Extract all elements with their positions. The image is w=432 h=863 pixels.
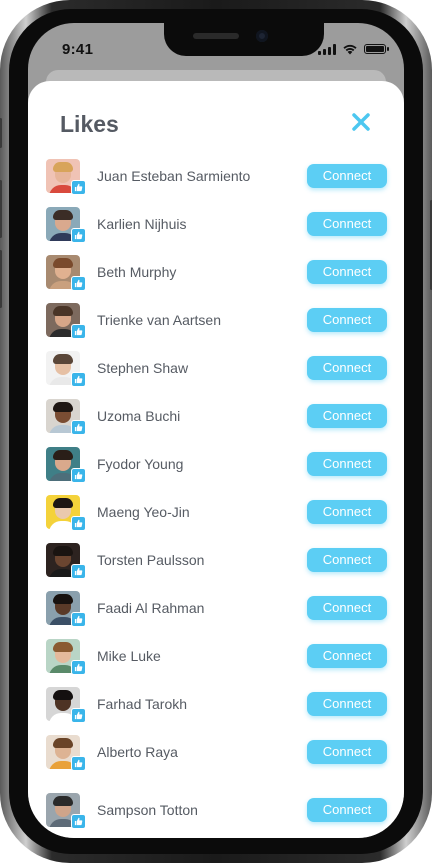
connect-button[interactable]: Connect [307, 260, 387, 284]
thumbs-up-icon [71, 516, 86, 531]
close-icon[interactable] [350, 111, 372, 133]
list-item: Sampson Totton Connect [46, 793, 388, 829]
user-name[interactable]: Torsten Paulsson [97, 552, 204, 568]
list-item: Torsten Paulsson Connect [46, 543, 388, 579]
user-name[interactable]: Farhad Tarokh [97, 696, 187, 712]
user-name[interactable]: Stephen Shaw [97, 360, 188, 376]
avatar-hair [53, 450, 73, 460]
thumbs-up-icon [71, 276, 86, 291]
thumbs-up-icon [71, 708, 86, 723]
thumbs-up-icon [71, 372, 86, 387]
avatar-hair [53, 642, 73, 652]
battery-icon [364, 44, 389, 54]
list-item: Beth Murphy Connect [46, 255, 388, 291]
list-item: Stephen Shaw Connect [46, 351, 388, 387]
user-name[interactable]: Uzoma Buchi [97, 408, 180, 424]
thumbs-up-icon [71, 756, 86, 771]
connect-button[interactable]: Connect [307, 596, 387, 620]
thumbs-up-icon [71, 324, 86, 339]
thumbs-up-icon [71, 612, 86, 627]
user-name[interactable]: Beth Murphy [97, 264, 176, 280]
connect-button[interactable]: Connect [307, 404, 387, 428]
avatar-hair [53, 796, 73, 806]
mute-switch [0, 118, 2, 148]
front-camera [256, 30, 268, 42]
user-name[interactable]: Fyodor Young [97, 456, 183, 472]
phone-frame: 9:41 Likes Juan Esteban Sarmiento Connect… [0, 0, 432, 863]
status-time: 9:41 [62, 41, 94, 58]
page-title: Likes [60, 111, 119, 137]
status-icons [318, 43, 389, 55]
avatar-hair [53, 306, 73, 316]
list-item: Farhad Tarokh Connect [46, 687, 388, 723]
avatar-hair [53, 162, 73, 172]
notch [164, 23, 324, 56]
thumbs-up-icon [71, 660, 86, 675]
volume-down-button [0, 250, 2, 308]
connect-button[interactable]: Connect [307, 500, 387, 524]
volume-up-button [0, 180, 2, 238]
thumbs-up-icon [71, 420, 86, 435]
avatar-hair [53, 690, 73, 700]
connect-button[interactable]: Connect [307, 452, 387, 476]
connect-button[interactable]: Connect [307, 164, 387, 188]
speaker-grille [193, 33, 239, 39]
avatar-hair [53, 498, 73, 508]
user-name[interactable]: Trienke van Aartsen [97, 312, 221, 328]
connect-button[interactable]: Connect [307, 356, 387, 380]
list-item: Alberto Raya Connect [46, 735, 388, 771]
user-name[interactable]: Karlien Nijhuis [97, 216, 186, 232]
connect-button[interactable]: Connect [307, 308, 387, 332]
thumbs-up-icon [71, 468, 86, 483]
thumbs-up-icon [71, 180, 86, 195]
phone-screen: 9:41 Likes Juan Esteban Sarmiento Connect… [28, 23, 404, 838]
thumbs-up-icon [71, 228, 86, 243]
connect-button[interactable]: Connect [307, 692, 387, 716]
connect-button[interactable]: Connect [307, 548, 387, 572]
user-name[interactable]: Faadi Al Rahman [97, 600, 204, 616]
connect-button[interactable]: Connect [307, 644, 387, 668]
list-item: Trienke van Aartsen Connect [46, 303, 388, 339]
list-item: Karlien Nijhuis Connect [46, 207, 388, 243]
thumbs-up-icon [71, 564, 86, 579]
user-name[interactable]: Maeng Yeo-Jin [97, 504, 190, 520]
likes-sheet: Likes Juan Esteban Sarmiento Connect Karli… [28, 81, 404, 838]
list-item: Faadi Al Rahman Connect [46, 591, 388, 627]
list-item: Juan Esteban Sarmiento Connect [46, 159, 388, 195]
connect-button[interactable]: Connect [307, 798, 387, 822]
avatar-hair [53, 354, 73, 364]
list-item: Maeng Yeo-Jin Connect [46, 495, 388, 531]
list-item: Mike Luke Connect [46, 639, 388, 675]
avatar-hair [53, 258, 73, 268]
avatar-hair [53, 594, 73, 604]
user-name[interactable]: Alberto Raya [97, 744, 178, 760]
thumbs-up-icon [71, 814, 86, 829]
user-name[interactable]: Sampson Totton [97, 802, 198, 818]
user-name[interactable]: Juan Esteban Sarmiento [97, 168, 250, 184]
connect-button[interactable]: Connect [307, 212, 387, 236]
avatar-hair [53, 546, 73, 556]
list-item: Uzoma Buchi Connect [46, 399, 388, 435]
list-item: Fyodor Young Connect [46, 447, 388, 483]
avatar-hair [53, 402, 73, 412]
avatar-hair [53, 210, 73, 220]
wifi-icon [343, 44, 357, 55]
avatar-hair [53, 738, 73, 748]
user-name[interactable]: Mike Luke [97, 648, 161, 664]
connect-button[interactable]: Connect [307, 740, 387, 764]
